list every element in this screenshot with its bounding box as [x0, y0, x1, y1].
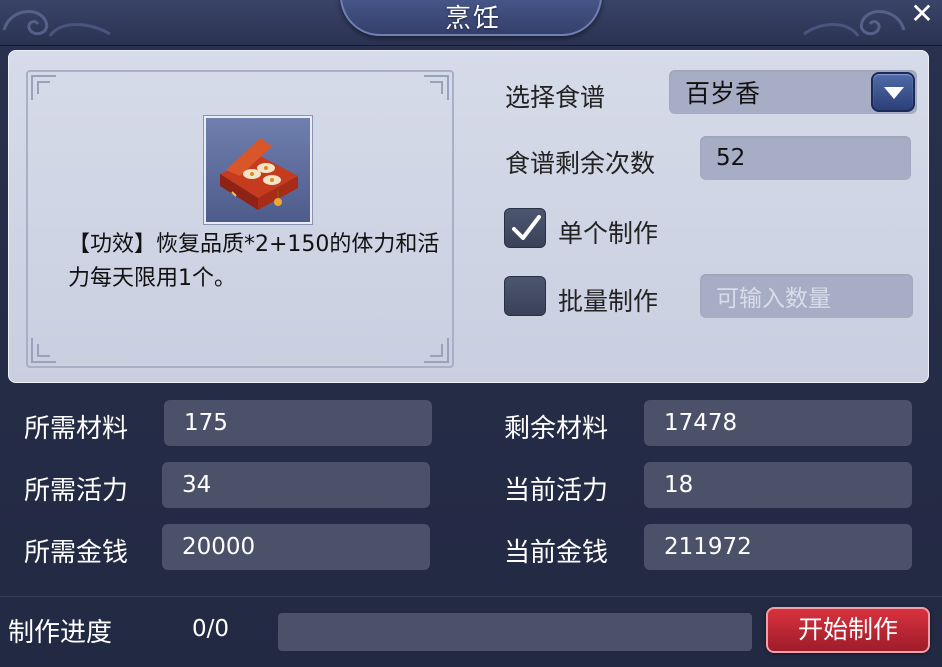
single-craft-label: 单个制作: [558, 219, 659, 248]
required-money-field: 20000: [162, 524, 430, 570]
corner-ornament-icon: [424, 75, 449, 100]
required-energy-value: 34: [182, 472, 212, 498]
required-materials-label: 所需材料: [24, 414, 129, 444]
food-box-icon: [220, 138, 298, 210]
current-energy-value: 18: [664, 472, 694, 498]
craft-progress-bar: [278, 613, 752, 651]
close-button[interactable]: ✕: [902, 0, 942, 32]
required-energy-field: 34: [162, 462, 430, 508]
batch-craft-checkbox[interactable]: [504, 276, 546, 316]
required-materials-value: 175: [184, 410, 228, 436]
current-money-label: 当前金钱: [504, 538, 609, 568]
close-icon: ✕: [910, 0, 934, 30]
item-effect-description: 【功效】恢复品质*2+150的体力和活力每天限用1个。: [68, 232, 440, 291]
craft-progress-label: 制作进度: [8, 618, 113, 648]
cloud-ornament-right-icon: [803, 10, 906, 37]
cloud-ornament-left-icon: [2, 10, 111, 37]
recipe-dropdown-button[interactable]: [871, 72, 915, 112]
title-tab: 烹饪: [340, 0, 602, 36]
window-header: 烹饪 ✕: [0, 0, 942, 46]
current-energy-field: 18: [644, 462, 912, 508]
batch-craft-label: 批量制作: [558, 287, 659, 316]
checkmark-icon: [512, 215, 541, 240]
single-craft-checkbox[interactable]: [504, 208, 546, 248]
current-money-value: 211972: [664, 534, 752, 560]
recipe-panel: 【功效】恢复品质*2+150的体力和活力每天限用1个。 选择食谱 百岁香 食谱剩…: [8, 50, 929, 383]
recipe-selected-value: 百岁香: [685, 79, 761, 108]
chevron-down-icon: [884, 87, 904, 99]
current-money-field: 211972: [644, 524, 912, 570]
corner-ornament-icon: [31, 338, 56, 363]
divider: [0, 596, 942, 597]
item-slot[interactable]: [204, 116, 312, 224]
required-money-label: 所需金钱: [24, 538, 129, 568]
cooking-window: 烹饪 ✕ 【功效】恢复品质*2+150的体力和活力每天限用1个。 选择食谱 百岁…: [0, 0, 942, 667]
item-description-box: 【功效】恢复品质*2+150的体力和活力每天限用1个。: [26, 70, 454, 368]
required-energy-label: 所需活力: [24, 476, 129, 506]
window-title: 烹饪: [444, 4, 501, 34]
remaining-materials-value: 17478: [664, 410, 738, 436]
remaining-materials-field: 17478: [644, 400, 912, 446]
batch-quantity-placeholder: 可输入数量: [716, 286, 831, 312]
start-crafting-button[interactable]: 开始制作: [766, 607, 930, 653]
batch-quantity-input[interactable]: 可输入数量: [700, 274, 913, 318]
remaining-materials-label: 剩余材料: [504, 414, 609, 444]
required-money-value: 20000: [182, 534, 256, 560]
craft-progress-value: 0/0: [192, 616, 230, 642]
recipe-remaining-value: 52: [716, 145, 746, 171]
recipe-select-label: 选择食谱: [505, 83, 606, 112]
current-energy-label: 当前活力: [504, 476, 609, 506]
corner-ornament-icon: [31, 75, 56, 100]
recipe-remaining-label: 食谱剩余次数: [505, 149, 656, 178]
corner-ornament-icon: [424, 338, 449, 363]
required-materials-field: 175: [164, 400, 432, 446]
recipe-remaining-field: 52: [700, 136, 911, 180]
